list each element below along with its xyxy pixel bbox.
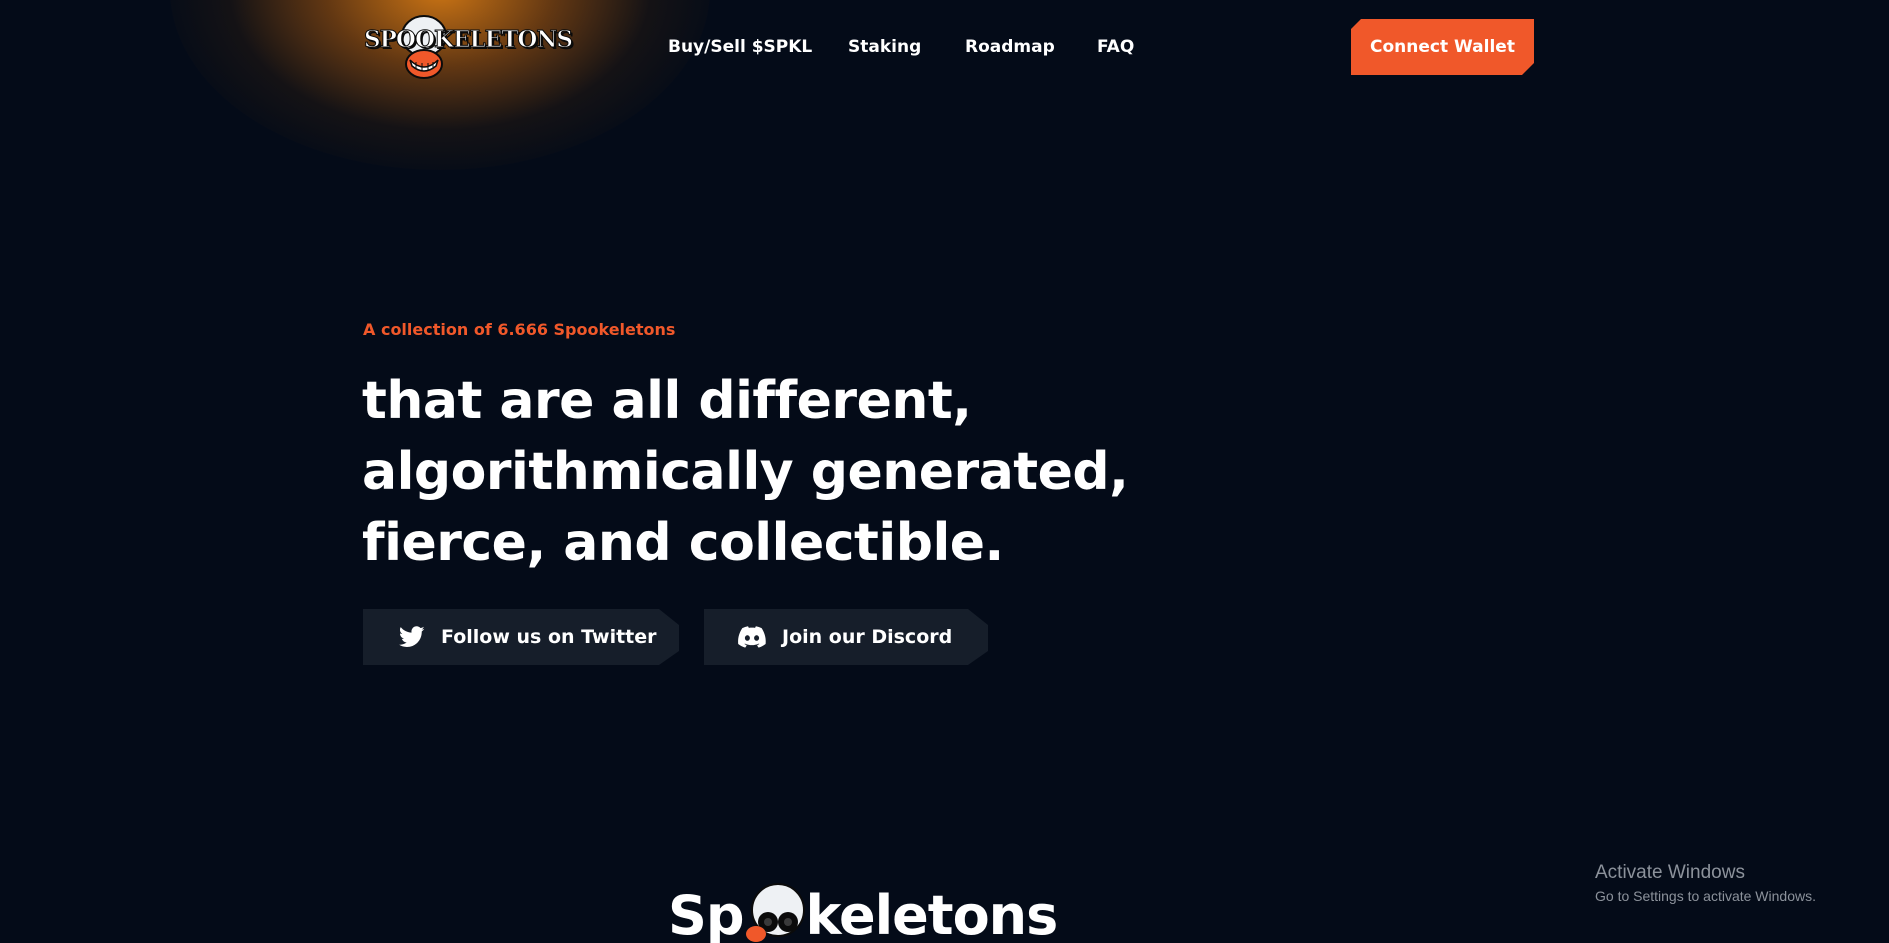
activate-title: Activate Windows [1595, 862, 1745, 883]
activate-subtitle: Go to Settings to activate Windows. [1595, 888, 1816, 904]
section-logo-part1: Sp [668, 884, 745, 943]
headline-line-1: that are all different, [362, 371, 972, 431]
hero-eyebrow: A collection of 6.666 Spookeletons [363, 320, 676, 339]
section-skull-icon [744, 882, 806, 943]
nav-roadmap[interactable]: Roadmap [965, 37, 1055, 57]
twitter-button-label: Follow us on Twitter [441, 626, 657, 648]
nav-faq[interactable]: FAQ [1097, 37, 1134, 57]
logo-text: SPOOKELETONS [364, 26, 574, 54]
site-logo[interactable]: SPOOKELETONS [362, 12, 573, 82]
discord-button[interactable]: Join our Discord [704, 609, 988, 665]
discord-icon [738, 626, 766, 648]
twitter-icon [399, 626, 425, 648]
twitter-button[interactable]: Follow us on Twitter [363, 609, 679, 665]
nav-staking[interactable]: Staking [848, 37, 921, 57]
discord-button-label: Join our Discord [782, 626, 953, 648]
nav-buy-sell[interactable]: Buy/Sell $SPKL [668, 37, 812, 57]
headline-line-3: fierce, and collectible. [362, 513, 1004, 573]
hero-headline: that are all different, algorithmically … [362, 366, 1129, 579]
headline-line-2: algorithmically generated, [362, 442, 1129, 502]
section-logo: Sp keletons [668, 882, 1059, 943]
connect-wallet-button[interactable]: Connect Wallet [1351, 19, 1534, 75]
windows-activation-watermark: Activate Windows Go to Settings to activ… [1595, 862, 1816, 904]
section-logo-part2: keletons [805, 884, 1059, 943]
